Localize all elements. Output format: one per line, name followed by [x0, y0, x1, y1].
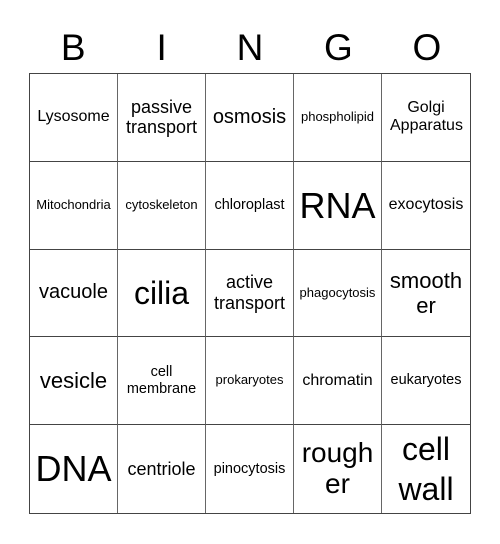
bingo-cell[interactable]: prokaryotes: [206, 337, 294, 426]
bingo-cell[interactable]: exocytosis: [382, 162, 470, 250]
bingo-cell[interactable]: smooth er: [382, 250, 470, 338]
bingo-cell[interactable]: passive transport: [118, 74, 206, 162]
cell-text: vacuole: [39, 281, 108, 304]
cell-text: phospholipid: [300, 108, 374, 124]
cell-text: chloroplast: [214, 196, 285, 213]
bingo-cell[interactable]: rough er: [294, 425, 382, 513]
header-letter-n: N: [236, 27, 264, 68]
bingo-grid: Lysosome passive transport osmosis phosp…: [29, 73, 471, 514]
bingo-cell[interactable]: phospholipid: [294, 74, 382, 162]
bingo-cell[interactable]: DNA: [30, 425, 118, 513]
cell-text: cell wall: [398, 431, 454, 508]
bingo-cell[interactable]: Mitochondria: [30, 161, 118, 250]
bingo-cell[interactable]: eukaryotes: [382, 337, 470, 426]
bingo-cell[interactable]: pinocytosis: [206, 425, 294, 513]
cell-text: DNA: [35, 448, 112, 490]
cell-text: cilia: [133, 274, 190, 311]
bingo-cell[interactable]: cilia: [118, 249, 206, 338]
bingo-cell[interactable]: centriole: [118, 425, 206, 513]
bingo-cell[interactable]: Golgi Apparatus: [382, 74, 470, 162]
bingo-cell[interactable]: RNA: [294, 161, 382, 250]
cell-text: cytoskeleton: [125, 196, 198, 212]
cell-text: passive transport: [125, 96, 198, 138]
bingo-cell[interactable]: chloroplast: [206, 161, 294, 250]
bingo-cell[interactable]: cell membrane: [118, 337, 206, 426]
cell-text: centriole: [127, 458, 196, 479]
cell-text: exocytosis: [388, 196, 464, 213]
cell-text: chromatin: [302, 371, 373, 389]
header-letter-g: G: [324, 27, 353, 68]
bingo-cell[interactable]: vacuole: [30, 249, 118, 338]
cell-text: vesicle: [39, 368, 108, 394]
cell-text: active transport: [213, 272, 286, 313]
cell-text: cell membrane: [126, 364, 197, 397]
bingo-cell[interactable]: vesicle: [30, 337, 118, 426]
cell-text: phagocytosis: [299, 284, 376, 300]
cell-text: Golgi Apparatus: [390, 99, 463, 135]
bingo-cell[interactable]: Lysosome: [30, 74, 118, 162]
cell-text: eukaryotes: [390, 372, 462, 389]
bingo-header: B I N G O: [29, 24, 471, 72]
bingo-cell[interactable]: cytoskeleton: [118, 161, 206, 250]
bingo-cell[interactable]: osmosis: [206, 74, 294, 162]
header-letter-b: B: [60, 27, 86, 68]
cell-text: osmosis: [212, 105, 287, 128]
cell-text: RNA: [299, 184, 376, 226]
bingo-cell[interactable]: active transport: [206, 249, 294, 338]
header-letter-o: O: [412, 27, 442, 68]
cell-text: smooth er: [389, 267, 463, 318]
bingo-cell[interactable]: phagocytosis: [294, 249, 382, 338]
cell-text: rough er: [301, 437, 374, 500]
cell-text: prokaryotes: [215, 372, 284, 388]
bingo-cell[interactable]: cell wall: [382, 425, 470, 513]
header-letter-i: I: [156, 27, 167, 68]
bingo-cell[interactable]: chromatin: [294, 337, 382, 426]
cell-text: Mitochondria: [36, 196, 111, 212]
cell-text: Lysosome: [37, 108, 110, 126]
cell-text: pinocytosis: [213, 460, 286, 477]
